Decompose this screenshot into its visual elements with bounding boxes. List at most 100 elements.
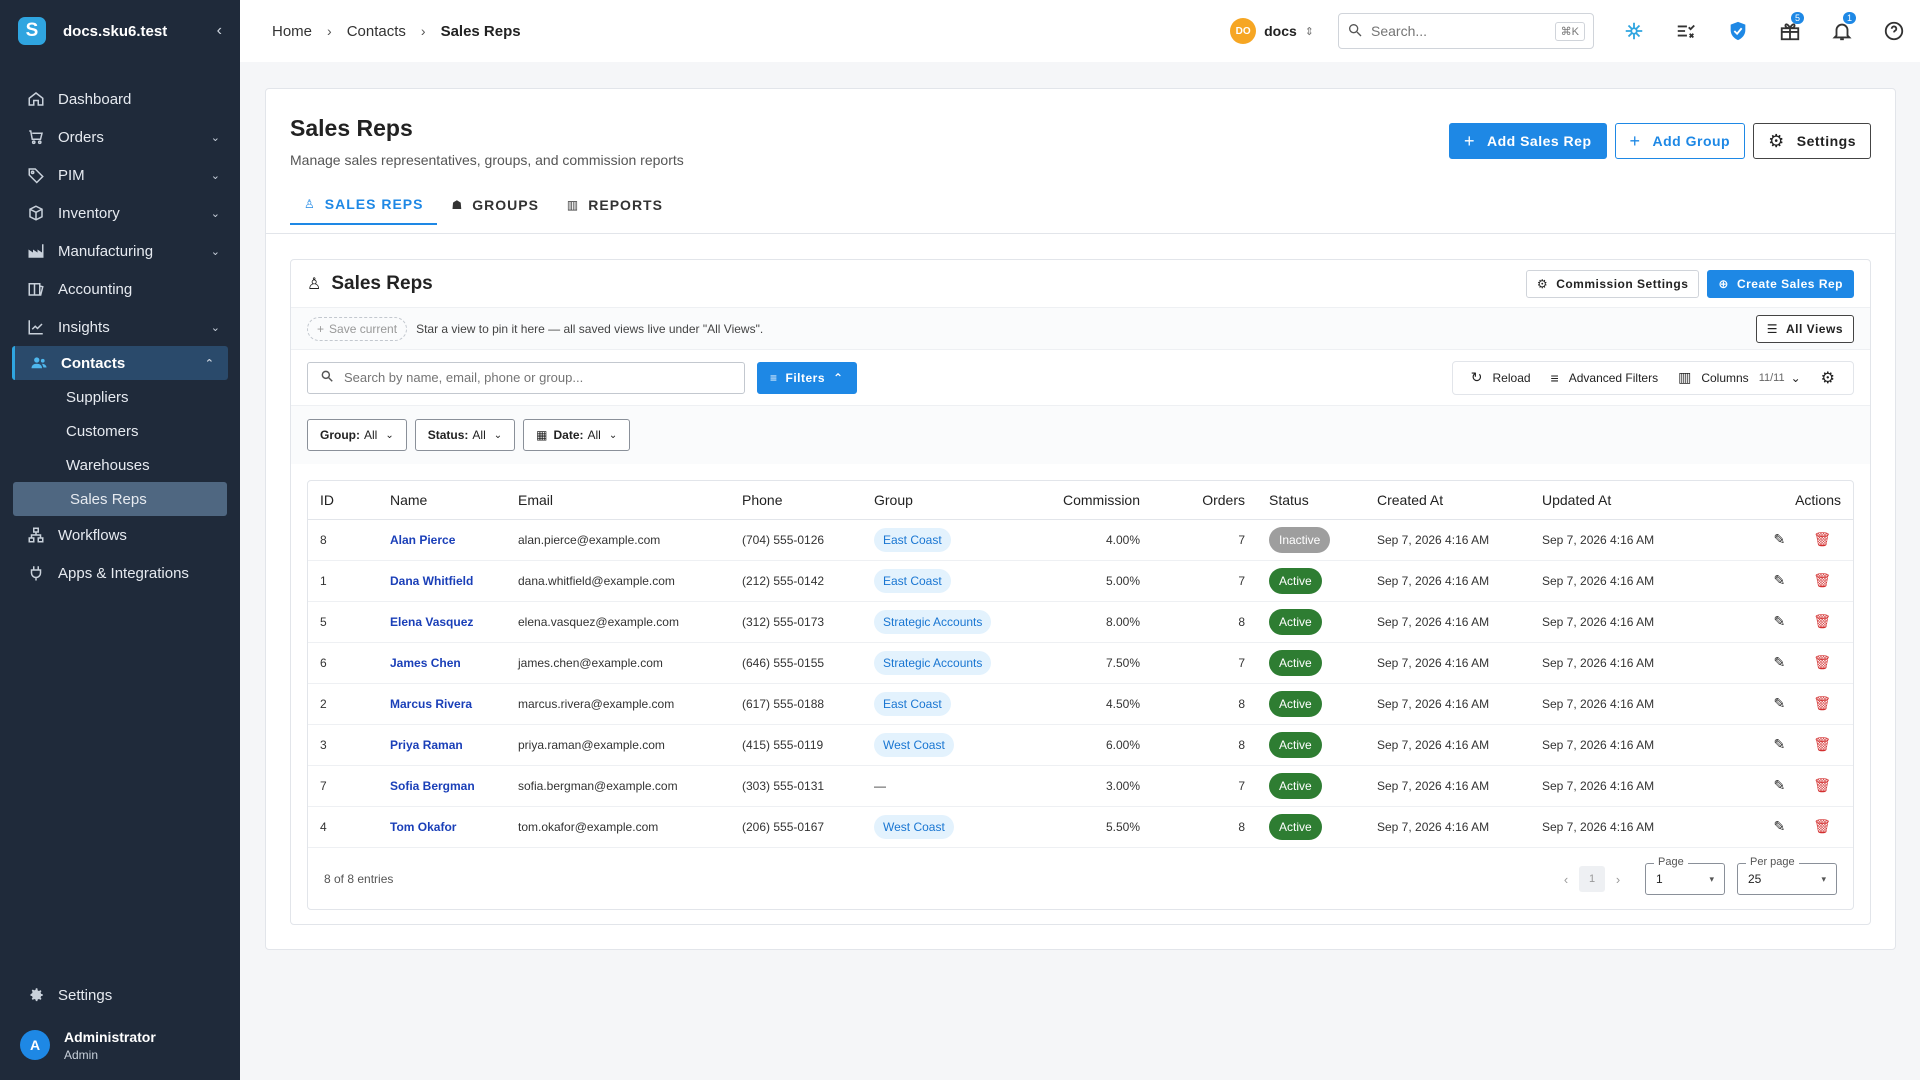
sidebar-item-contacts[interactable]: Contacts ⌃ — [12, 346, 228, 380]
add-group-button[interactable]: + Add Group — [1614, 123, 1746, 159]
table-row[interactable]: 6 James Chen james.chen@example.com (646) 5… — [308, 642, 1853, 684]
edit-icon[interactable]: ✎ — [1773, 613, 1785, 630]
rep-name-link[interactable]: Alan Pierce — [390, 533, 455, 547]
help-icon[interactable] — [1868, 20, 1920, 42]
group-badge[interactable]: East Coast — [874, 691, 951, 716]
col-created-at[interactable]: Created At — [1365, 481, 1530, 520]
col-phone[interactable]: Phone — [730, 481, 862, 520]
delete-icon[interactable]: 🗑 — [1813, 777, 1831, 794]
edit-icon[interactable]: ✎ — [1773, 818, 1785, 835]
global-search-input[interactable] — [1371, 23, 1555, 39]
tab-sales-reps[interactable]: ♙ SALES REPS — [290, 185, 438, 225]
workspace-name[interactable]: docs — [1264, 23, 1297, 39]
table-row[interactable]: 3 Priya Raman priya.raman@example.com (415)… — [308, 724, 1853, 766]
delete-icon[interactable]: 🗑 — [1813, 654, 1831, 671]
edit-icon[interactable]: ✎ — [1773, 777, 1785, 794]
sidebar-item-pim[interactable]: PIM ⌄ — [0, 156, 240, 194]
commission-settings-button[interactable]: ⚙ Commission Settings — [1525, 269, 1700, 298]
group-filter-chip[interactable]: Group: All ⌄ — [307, 419, 407, 451]
page-select[interactable]: Page 1 ▾ — [1645, 856, 1725, 895]
advanced-filters-button[interactable]: ≡ Advanced Filters — [1541, 370, 1669, 386]
breadcrumb-contacts[interactable]: Contacts — [347, 23, 406, 40]
add-sales-rep-button[interactable]: + Add Sales Rep — [1448, 123, 1607, 159]
col-name[interactable]: Name — [378, 481, 506, 520]
delete-icon[interactable]: 🗑 — [1813, 818, 1831, 835]
table-row[interactable]: 5 Elena Vasquez elena.vasquez@example.com(… — [308, 601, 1853, 643]
sidebar-item-settings[interactable]: Settings — [0, 976, 240, 1014]
col-commission[interactable]: Commission — [1022, 481, 1152, 520]
sidebar-item-insights[interactable]: Insights ⌄ — [0, 308, 240, 346]
table-search-input[interactable] — [344, 370, 732, 385]
reload-button[interactable]: ↻ Reload — [1461, 369, 1541, 386]
rep-name-link[interactable]: Marcus Rivera — [390, 697, 472, 711]
tab-groups[interactable]: ☗ GROUPS — [437, 185, 552, 225]
user-profile[interactable]: A Administrator Admin — [0, 1022, 240, 1068]
columns-button[interactable]: ▥ Columns 11/11 ⌄ — [1668, 369, 1811, 386]
rep-name-link[interactable]: James Chen — [390, 656, 461, 670]
sidebar-item-orders[interactable]: Orders ⌄ — [0, 118, 240, 156]
date-filter-chip[interactable]: ▦ Date: All ⌄ — [523, 419, 631, 451]
rep-name-link[interactable]: Sofia Bergman — [390, 779, 475, 793]
workspace-avatar[interactable]: DO — [1230, 18, 1257, 44]
ai-sparkle-icon[interactable] — [1608, 20, 1660, 42]
col-status[interactable]: Status — [1257, 481, 1365, 520]
group-badge[interactable]: West Coast — [874, 814, 954, 839]
col-email[interactable]: Email — [506, 481, 730, 520]
col-updated-at[interactable]: Updated At — [1530, 481, 1680, 520]
sidebar-subitem-customers[interactable]: Customers — [0, 414, 240, 448]
edit-icon[interactable]: ✎ — [1773, 531, 1785, 548]
sidebar-subitem-sales-reps[interactable]: Sales Reps — [13, 482, 227, 516]
group-badge[interactable]: East Coast — [874, 568, 951, 593]
bell-icon[interactable]: 1 — [1816, 12, 1868, 42]
delete-icon[interactable]: 🗑 — [1813, 572, 1831, 589]
per-page-select[interactable]: Per page 25 ▾ — [1737, 856, 1837, 895]
sidebar-item-dashboard[interactable]: Dashboard — [0, 80, 240, 118]
gift-icon[interactable]: 5 — [1764, 12, 1816, 42]
edit-icon[interactable]: ✎ — [1773, 736, 1785, 753]
table-row[interactable]: 2 Marcus Rivera marcus.rivera@example.com(… — [308, 683, 1853, 725]
shield-icon[interactable] — [1712, 20, 1764, 42]
rep-name-link[interactable]: Dana Whitfield — [390, 574, 473, 588]
collapse-sidebar-icon[interactable]: ‹ — [217, 22, 222, 40]
workspace-switch-icon[interactable]: ⇕ — [1305, 25, 1314, 38]
sidebar-item-accounting[interactable]: Accounting — [0, 270, 240, 308]
table-settings-button[interactable]: ⚙ — [1811, 368, 1845, 388]
save-current-view-button[interactable]: + Save current — [307, 316, 408, 341]
table-row[interactable]: 7 Sofia Bergman sofia.bergman@example.com(… — [308, 765, 1853, 807]
sidebar-subitem-suppliers[interactable]: Suppliers — [0, 380, 240, 414]
sidebar-item-workflows[interactable]: Workflows — [0, 516, 240, 554]
app-logo[interactable]: S — [18, 17, 46, 45]
breadcrumb-home[interactable]: Home — [272, 23, 312, 40]
rep-name-link[interactable]: Elena Vasquez — [390, 615, 473, 629]
group-badge[interactable]: East Coast — [874, 527, 951, 552]
table-row[interactable]: 4 Tom Okafor tom.okafor@example.com (206) 5… — [308, 806, 1853, 848]
filters-button[interactable]: ≡ Filters ⌃ — [757, 361, 857, 394]
col-id[interactable]: ID — [308, 481, 378, 520]
delete-icon[interactable]: 🗑 — [1813, 531, 1831, 548]
delete-icon[interactable]: 🗑 — [1813, 736, 1831, 753]
edit-icon[interactable]: ✎ — [1773, 654, 1785, 671]
edit-icon[interactable]: ✎ — [1773, 695, 1785, 712]
sidebar-item-inventory[interactable]: Inventory ⌄ — [0, 194, 240, 232]
settings-button[interactable]: ⚙ Settings — [1753, 123, 1871, 159]
rep-name-link[interactable]: Priya Raman — [390, 738, 463, 752]
create-sales-rep-button[interactable]: ⊕ Create Sales Rep — [1707, 269, 1854, 298]
status-filter-chip[interactable]: Status: All ⌄ — [414, 419, 516, 451]
rep-name-link[interactable]: Tom Okafor — [390, 820, 456, 834]
col-orders[interactable]: Orders — [1152, 481, 1257, 520]
table-row[interactable]: 8 Alan Pierce alan.pierce@example.com (704)… — [308, 519, 1853, 561]
group-badge[interactable]: Strategic Accounts — [874, 609, 992, 634]
edit-icon[interactable]: ✎ — [1773, 572, 1785, 589]
page-number-button[interactable]: 1 — [1579, 866, 1605, 892]
next-page-button[interactable]: › — [1605, 866, 1631, 892]
table-row[interactable]: 1 Dana Whitfield dana.whitfield@example.co… — [308, 560, 1853, 602]
sidebar-item-apps-integrations[interactable]: Apps & Integrations — [0, 554, 240, 592]
table-search[interactable] — [307, 361, 745, 394]
global-search[interactable]: ⌘K — [1338, 13, 1594, 49]
sidebar-item-manufacturing[interactable]: Manufacturing ⌄ — [0, 232, 240, 270]
col-group[interactable]: Group — [862, 481, 1022, 520]
all-views-button[interactable]: ☰ All Views — [1755, 314, 1854, 343]
prev-page-button[interactable]: ‹ — [1553, 866, 1579, 892]
tab-reports[interactable]: ▥ REPORTS — [553, 185, 677, 225]
delete-icon[interactable]: 🗑 — [1813, 695, 1831, 712]
